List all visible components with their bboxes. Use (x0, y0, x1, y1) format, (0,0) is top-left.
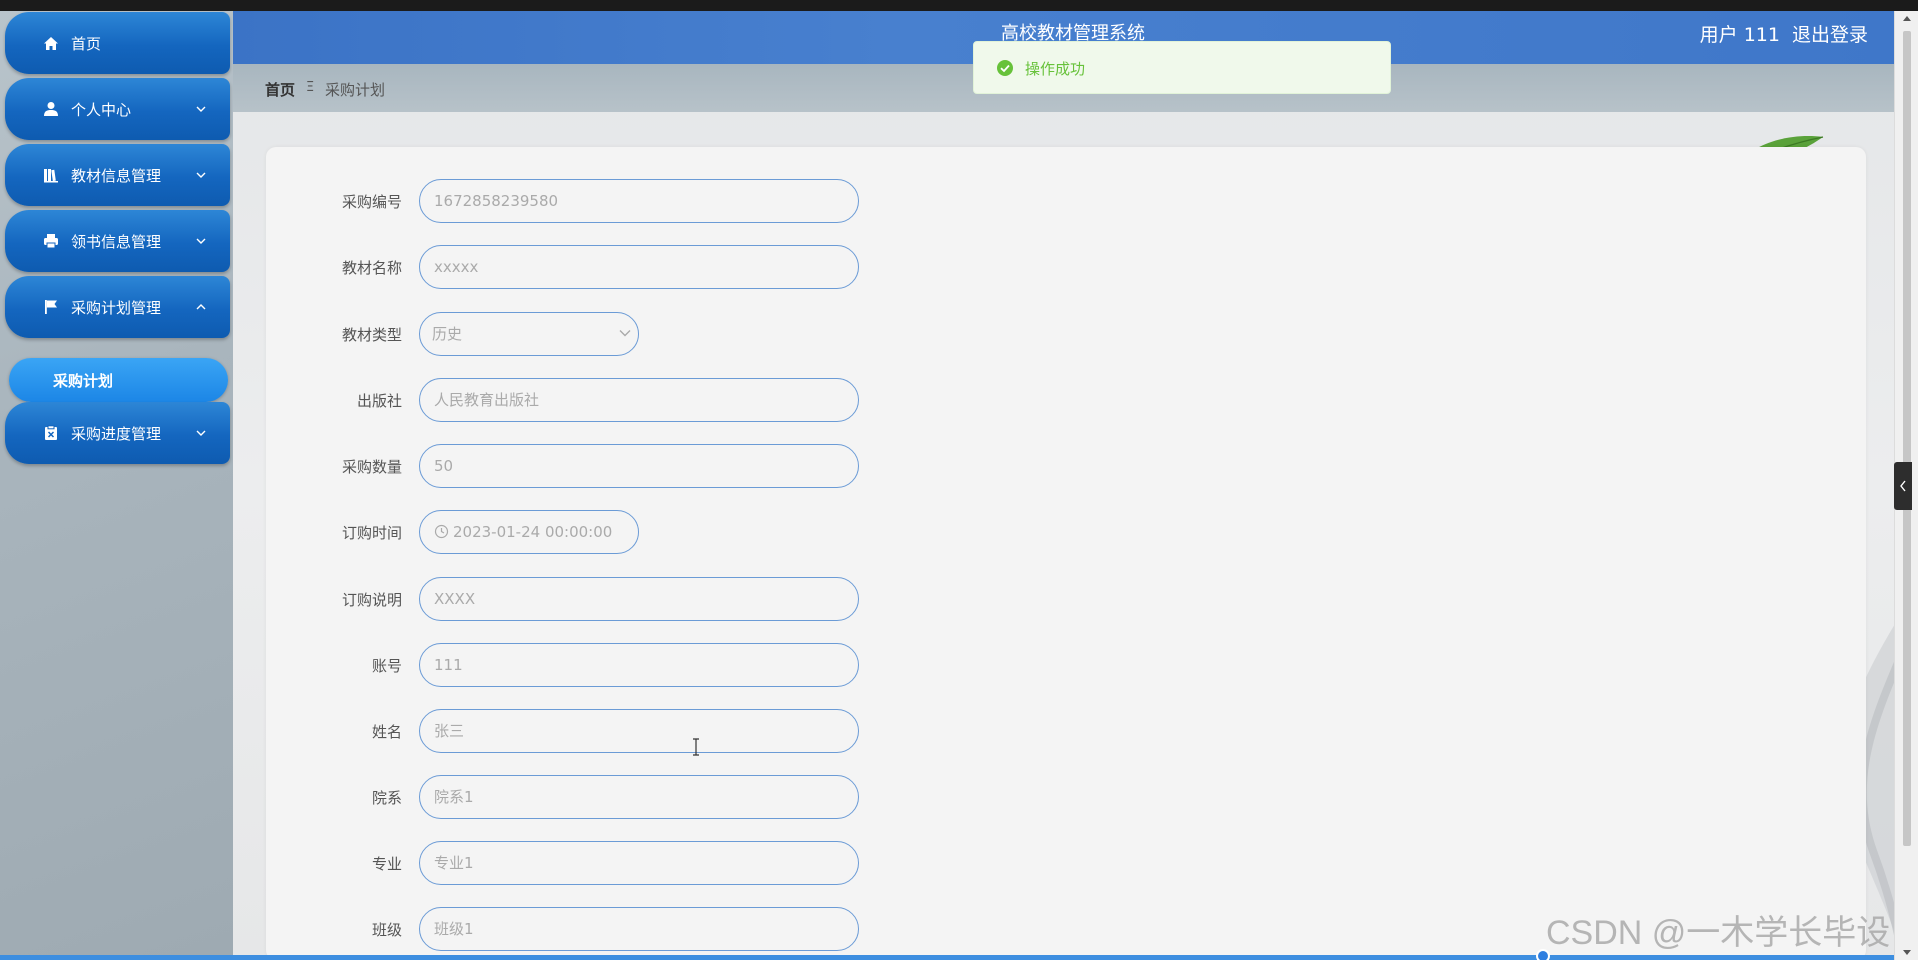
sidebar-item-home[interactable]: 首页 (5, 12, 230, 74)
chevron-down-icon (196, 172, 206, 178)
form-row-order-time: 订购时间 2023-01-24 00:00:00 (266, 510, 866, 554)
form-row-order-notes: 订购说明 XXXX (266, 577, 866, 621)
form-row-account: 账号 111 (266, 643, 866, 687)
order-notes-input[interactable]: XXXX (419, 577, 859, 621)
field-label: 姓名 (371, 723, 402, 741)
sidebar-item-label: 首页 (71, 34, 102, 53)
class-input[interactable]: 班级1 (419, 907, 859, 951)
scroll-down-arrow-icon[interactable] (1902, 949, 1912, 957)
sidebar-item-profile[interactable]: 个人中心 (5, 78, 230, 140)
user-icon (41, 99, 61, 119)
logout-link[interactable]: 退出登录 (1792, 20, 1868, 47)
field-label: 订购说明 (341, 591, 402, 609)
check-circle-icon (997, 60, 1013, 76)
sidebar-subitem-label: 采购计划 (53, 372, 114, 390)
field-label: 专业 (371, 855, 402, 873)
sidebar-subitem-purchase-plan[interactable]: 采购计划 (9, 358, 228, 402)
name-input[interactable]: 张三 (419, 709, 859, 753)
order-time-picker[interactable]: 2023-01-24 00:00:00 (419, 510, 639, 554)
form-row-major: 专业 专业1 (266, 841, 866, 885)
sidebar-item-purchase-plan-management[interactable]: 采购计划管理 (5, 276, 230, 338)
field-label: 教材类型 (341, 326, 402, 344)
user-label: 用户 111 (1699, 24, 1780, 46)
toast-message: 操作成功 (1025, 60, 1086, 78)
chevron-down-icon (196, 106, 206, 112)
sidebar-item-label: 教材信息管理 (71, 166, 162, 185)
user-area: 用户 111 退出登录 (1700, 20, 1868, 47)
watermark: CSDN @一木学长毕设 (1546, 914, 1891, 952)
sidebar-item-label: 采购进度管理 (71, 424, 162, 443)
horizontal-scroll-track[interactable] (0, 955, 1894, 960)
textbook-type-select[interactable]: 历史 (419, 312, 639, 356)
form-row-class: 班级 班级1 (266, 907, 866, 951)
breadcrumb-separator: Ξ (306, 80, 315, 95)
window-top-strip (0, 0, 1918, 11)
text-cursor-icon (693, 738, 699, 756)
printer-icon (41, 231, 61, 251)
form-row-textbook-type: 教材类型 历史 (266, 312, 866, 356)
sidebar-item-book-collection[interactable]: 领书信息管理 (5, 210, 230, 272)
field-label: 出版社 (356, 392, 402, 410)
publisher-input[interactable]: 人民教育出版社 (419, 378, 859, 422)
clipboard-icon (41, 423, 61, 443)
field-label: 采购数量 (341, 458, 402, 476)
purchase-id-input[interactable]: 1672858239580 (419, 179, 859, 223)
scroll-up-arrow-icon[interactable] (1902, 14, 1912, 22)
chevron-left-icon (1900, 480, 1906, 492)
chevron-down-icon (196, 238, 206, 244)
field-label: 采购编号 (341, 193, 402, 211)
form-row-purchase-id: 采购编号 1672858239580 (266, 179, 866, 223)
flag-icon (41, 297, 61, 317)
form-row-publisher: 出版社 人民教育出版社 (266, 378, 866, 422)
form-row-purchase-quantity: 采购数量 50 (266, 444, 866, 488)
field-label: 教材名称 (341, 259, 402, 277)
field-label: 订购时间 (341, 524, 402, 542)
textbook-name-input[interactable]: xxxxx (419, 245, 859, 289)
field-label: 院系 (371, 789, 402, 807)
form-row-department: 院系 院系1 (266, 775, 866, 819)
sidebar-item-label: 个人中心 (71, 100, 132, 119)
breadcrumb-current: 采购计划 (325, 81, 386, 99)
form-row-name: 姓名 张三 (266, 709, 866, 753)
side-panel-toggle[interactable] (1894, 462, 1912, 510)
sidebar: 首页 个人中心 教材信息管理 领书信息管理 采购计划管理 采购计划 采购进度管理 (0, 11, 233, 960)
main-content: 高校教材管理系统 用户 111 退出登录 首页 Ξ 采购计划 采购编号 1672… (233, 11, 1894, 960)
account-input[interactable]: 111 (419, 643, 859, 687)
purchase-quantity-input[interactable]: 50 (419, 444, 859, 488)
scrollbar-thumb[interactable] (1903, 31, 1911, 846)
major-input[interactable]: 专业1 (419, 841, 859, 885)
breadcrumb-home[interactable]: 首页 (265, 79, 295, 100)
field-label: 班级 (371, 921, 402, 939)
sidebar-item-purchase-progress-management[interactable]: 采购进度管理 (5, 402, 230, 464)
field-label: 账号 (371, 657, 402, 675)
form-row-textbook-name: 教材名称 xxxxx (266, 245, 866, 289)
home-icon (41, 33, 61, 53)
success-toast: 操作成功 (973, 41, 1391, 94)
sidebar-item-label: 采购计划管理 (71, 298, 162, 317)
clock-icon (434, 524, 449, 539)
chevron-up-icon (196, 304, 206, 310)
sidebar-item-label: 领书信息管理 (71, 232, 162, 251)
sidebar-item-textbooks[interactable]: 教材信息管理 (5, 144, 230, 206)
books-icon (41, 165, 61, 185)
department-input[interactable]: 院系1 (419, 775, 859, 819)
chevron-down-icon (196, 430, 206, 436)
purchase-plan-form: 采购编号 1672858239580 教材名称 xxxxx 教材类型 历史 出版… (266, 147, 1866, 960)
chevron-down-icon (619, 330, 631, 337)
